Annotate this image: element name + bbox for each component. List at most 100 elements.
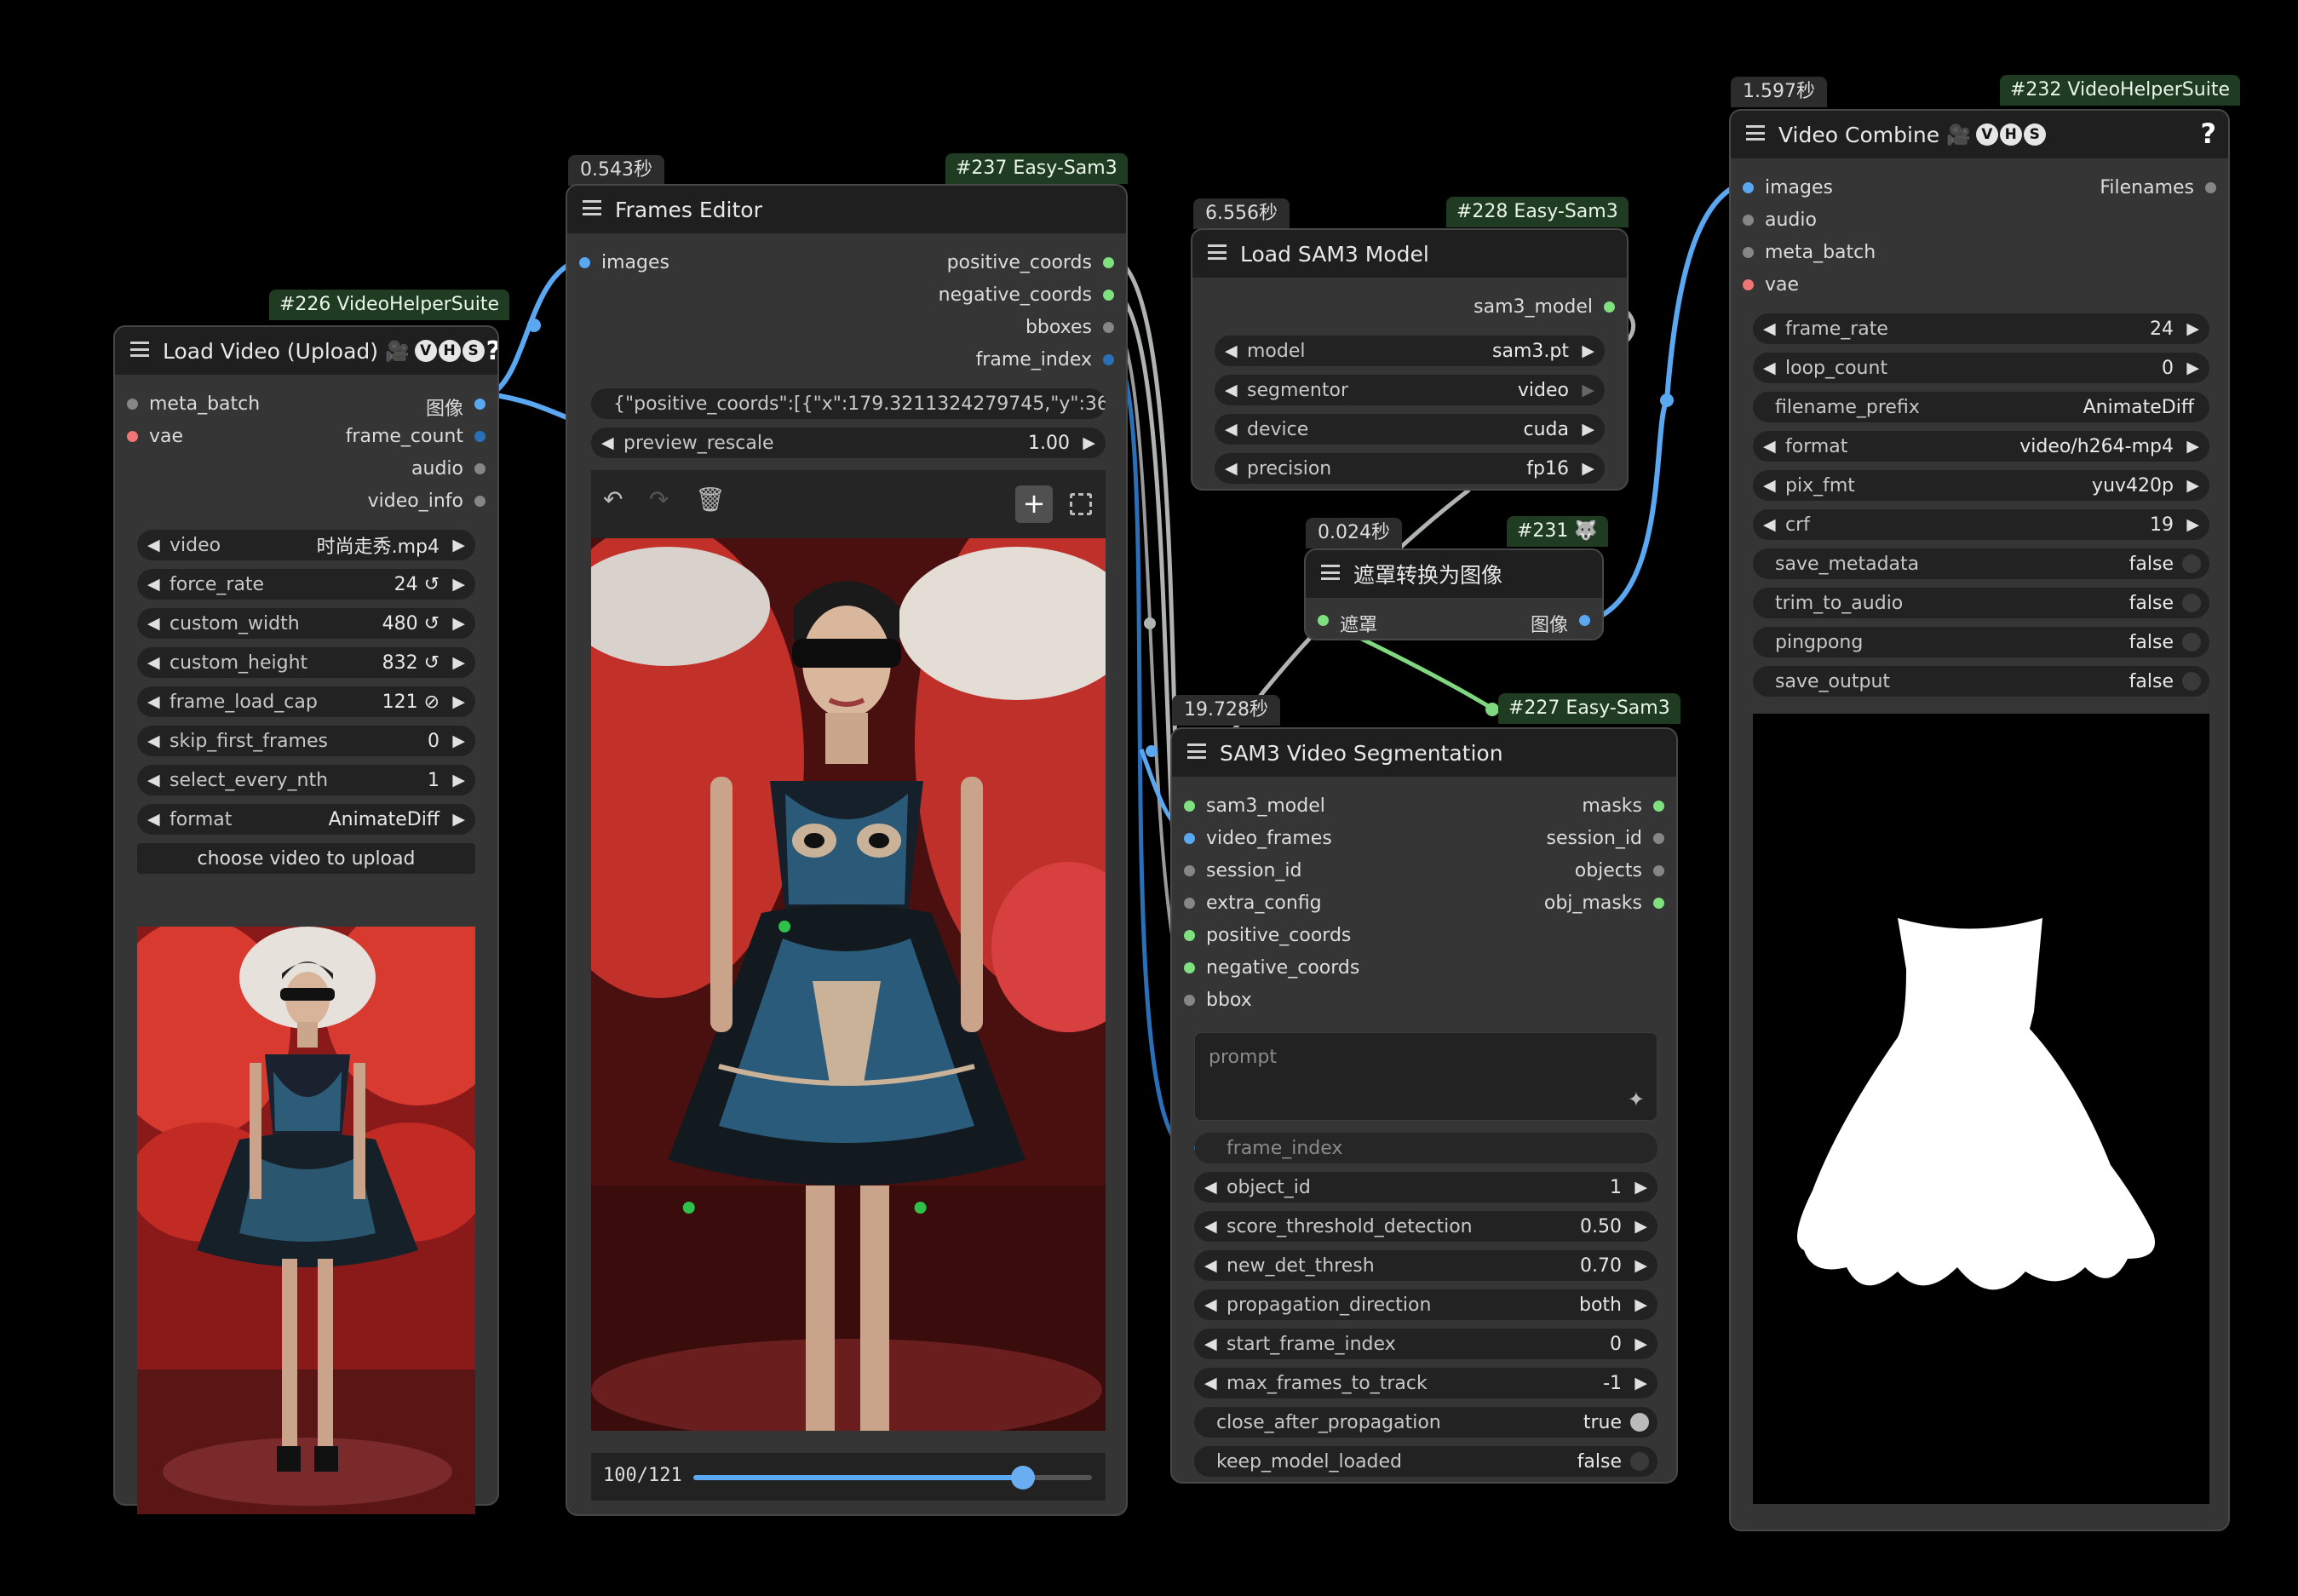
- node-title-bar[interactable]: Video Combine 🎥 V H S ?: [1731, 111, 2228, 158]
- slot-dot[interactable]: [1743, 247, 1754, 258]
- toggle-knob[interactable]: [2182, 633, 2201, 652]
- box-select-icon[interactable]: [1070, 493, 1092, 515]
- arrow-right-icon[interactable]: ▶: [1634, 1178, 1647, 1197]
- arrow-left-icon[interactable]: ◀: [601, 433, 614, 452]
- arrow-right-icon[interactable]: ▶: [1083, 433, 1095, 452]
- arrow-right-icon[interactable]: ▶: [1634, 1374, 1647, 1392]
- slot-dot[interactable]: [1103, 354, 1114, 365]
- output-slot-session-id[interactable]: session_id: [1546, 828, 1668, 849]
- toggle-knob[interactable]: [2182, 594, 2201, 612]
- widget-device[interactable]: ◀ device cuda ▶: [1215, 414, 1605, 445]
- prompt-textarea[interactable]: prompt ✦: [1194, 1032, 1657, 1121]
- slot-dot[interactable]: [1579, 615, 1590, 626]
- input-slot-vae[interactable]: vae: [124, 426, 183, 447]
- slot-dot[interactable]: [474, 496, 485, 507]
- widget-preview-rescale[interactable]: ◀ preview_rescale 1.00 ▶: [591, 428, 1106, 458]
- arrow-right-icon[interactable]: ▶: [2186, 359, 2199, 377]
- arrow-left-icon[interactable]: ◀: [147, 653, 160, 672]
- arrow-left-icon[interactable]: ◀: [1225, 420, 1238, 439]
- input-slot-extra-config[interactable]: extra_config: [1181, 893, 1322, 914]
- widget-force-rate[interactable]: ◀ force_rate 24 ↺ ▶: [137, 569, 475, 600]
- node-load-video-upload[interactable]: Load Video (Upload) 🎥 V H S ? meta_batch…: [113, 325, 499, 1514]
- input-slot-meta-batch[interactable]: meta_batch: [124, 393, 260, 415]
- input-slot-mask[interactable]: 遮罩: [1314, 610, 1377, 637]
- menu-icon[interactable]: [1321, 565, 1340, 580]
- slot-dot[interactable]: [1184, 801, 1195, 812]
- arrow-left-icon[interactable]: ◀: [1763, 437, 1776, 456]
- widget-custom-width[interactable]: ◀ custom_width 480 ↺ ▶: [137, 608, 475, 639]
- arrow-left-icon[interactable]: ◀: [147, 810, 160, 829]
- output-slot-image[interactable]: 图像: [1531, 610, 1594, 637]
- node-title-bar[interactable]: Load SAM3 Model: [1192, 230, 1627, 278]
- widget-segmentor[interactable]: ◀ segmentor video ▶: [1215, 375, 1605, 405]
- node-title-bar[interactable]: 遮罩转换为图像: [1306, 550, 1602, 598]
- slot-dot[interactable]: [127, 431, 138, 442]
- positive-point-marker[interactable]: [778, 920, 791, 933]
- widget-frame-rate[interactable]: ◀ frame_rate 24 ▶: [1753, 313, 2209, 344]
- slot-dot[interactable]: [1184, 962, 1195, 973]
- slot-dot[interactable]: [1743, 215, 1754, 226]
- arrow-right-icon[interactable]: ▶: [452, 614, 465, 633]
- slot-dot[interactable]: [1653, 801, 1664, 812]
- slot-dot[interactable]: [2205, 182, 2216, 193]
- arrow-left-icon[interactable]: ◀: [1204, 1178, 1217, 1197]
- node-mask-to-image[interactable]: 遮罩转换为图像 遮罩 图像: [1304, 548, 1604, 640]
- widget-select-every-nth[interactable]: ◀ select_every_nth 1 ▶: [137, 765, 475, 795]
- widget-custom-height[interactable]: ◀ custom_height 832 ↺ ▶: [137, 647, 475, 678]
- widget-skip-first-frames[interactable]: ◀ skip_first_frames 0 ▶: [137, 726, 475, 756]
- widget-video[interactable]: ◀ video 时尚走秀.mp4 ▶: [137, 530, 475, 560]
- arrow-left-icon[interactable]: ◀: [1204, 1256, 1217, 1275]
- arrow-right-icon[interactable]: ▶: [452, 575, 465, 594]
- frame-slider-thumb[interactable]: [1010, 1466, 1035, 1490]
- output-slot-frame-count[interactable]: frame_count: [346, 426, 489, 447]
- arrow-right-icon[interactable]: ▶: [2186, 476, 2199, 495]
- output-slot-filenames[interactable]: Filenames: [2100, 177, 2220, 198]
- slot-dot[interactable]: [1184, 898, 1195, 909]
- output-slot-video-info[interactable]: video_info: [368, 491, 489, 512]
- slot-dot[interactable]: [1194, 1142, 1195, 1153]
- input-slot-sam3-model[interactable]: sam3_model: [1181, 795, 1325, 817]
- arrow-right-icon[interactable]: ▶: [1634, 1256, 1647, 1275]
- input-slot-session-id[interactable]: session_id: [1181, 860, 1302, 881]
- menu-icon[interactable]: [1208, 244, 1227, 260]
- node-title-bar[interactable]: Load Video (Upload) 🎥 V H S ?: [115, 327, 497, 375]
- arrow-left-icon[interactable]: ◀: [1225, 459, 1238, 478]
- slot-dot[interactable]: [1184, 833, 1195, 844]
- input-slot-video-frames[interactable]: video_frames: [1181, 828, 1332, 849]
- input-slot-audio[interactable]: audio: [1739, 210, 1817, 231]
- widget-model[interactable]: ◀ model sam3.pt ▶: [1215, 336, 1605, 366]
- widget-crf[interactable]: ◀ crf 19 ▶: [1753, 509, 2209, 540]
- widget-new-det-thresh[interactable]: ◀ new_det_thresh 0.70 ▶: [1194, 1250, 1657, 1281]
- arrow-left-icon[interactable]: ◀: [1225, 381, 1238, 399]
- slot-dot[interactable]: [474, 399, 485, 410]
- arrow-left-icon[interactable]: ◀: [1763, 359, 1776, 377]
- positive-point-marker[interactable]: [682, 1202, 695, 1214]
- slot-dot[interactable]: [127, 399, 138, 410]
- add-point-button[interactable]: +: [1015, 485, 1053, 523]
- arrow-right-icon[interactable]: ▶: [452, 536, 465, 554]
- arrow-right-icon[interactable]: ▶: [452, 732, 465, 750]
- widget-format[interactable]: ◀ format video/h264-mp4 ▶: [1753, 431, 2209, 462]
- node-frames-editor[interactable]: Frames Editor images positive_coords neg…: [566, 184, 1128, 1516]
- node-title-bar[interactable]: SAM3 Video Segmentation: [1172, 729, 1676, 777]
- output-slot-image[interactable]: 图像: [426, 393, 489, 421]
- help-icon[interactable]: ?: [486, 336, 497, 366]
- arrow-left-icon[interactable]: ◀: [1763, 515, 1776, 534]
- arrow-left-icon[interactable]: ◀: [147, 536, 160, 554]
- slot-dot[interactable]: [1318, 615, 1329, 626]
- menu-icon[interactable]: [1746, 125, 1765, 141]
- undo-icon[interactable]: ↶: [603, 485, 623, 514]
- sparkle-icon[interactable]: ✦: [1628, 1088, 1645, 1111]
- arrow-left-icon[interactable]: ◀: [147, 614, 160, 633]
- frame-editor-canvas[interactable]: [591, 538, 1106, 1431]
- widget-filename-prefix[interactable]: filename_prefix AnimateDiff: [1753, 392, 2209, 422]
- widget-start-frame-index[interactable]: ◀ start_frame_index 0 ▶: [1194, 1329, 1657, 1359]
- slot-dot[interactable]: [1743, 182, 1754, 193]
- arrow-right-icon[interactable]: ▶: [1634, 1295, 1647, 1314]
- arrow-left-icon[interactable]: ◀: [1763, 319, 1776, 338]
- arrow-right-icon[interactable]: ▶: [1634, 1335, 1647, 1353]
- output-slot-audio[interactable]: audio: [411, 458, 489, 479]
- arrow-left-icon[interactable]: ◀: [1763, 476, 1776, 495]
- slot-dot[interactable]: [1653, 833, 1664, 844]
- toggle-knob[interactable]: [2182, 672, 2201, 691]
